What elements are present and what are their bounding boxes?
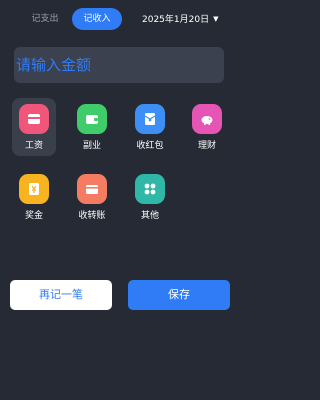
tab-income[interactable]: 记收入 (72, 8, 122, 30)
category-label: 奖金 (24, 211, 43, 221)
caret-down-icon: ▼ (213, 15, 219, 23)
category-side-job[interactable]: 副业 (70, 98, 114, 156)
category-other[interactable]: 其他 (128, 168, 172, 226)
piggy-bank-icon (192, 104, 222, 134)
category-label: 收红包 (136, 141, 164, 151)
category-label: 副业 (82, 141, 101, 151)
category-label: 收转账 (78, 211, 106, 221)
yuan-icon (19, 174, 49, 204)
category-red-packet[interactable]: 收红包 (128, 98, 172, 156)
date-label: 2025年1月20日 (142, 15, 210, 25)
record-again-button[interactable]: 再记一笔 (10, 280, 112, 310)
category-label: 工资 (24, 141, 43, 151)
tab-expense[interactable]: 记支出 (24, 8, 66, 30)
amount-input[interactable] (14, 47, 224, 83)
category-label: 理财 (197, 141, 216, 151)
category-salary[interactable]: 工资 (12, 98, 56, 156)
category-transfer[interactable]: 收转账 (70, 168, 114, 226)
date-picker[interactable]: 2025年1月20日 ▼ (142, 8, 218, 30)
transfer-card-icon (77, 174, 107, 204)
category-bonus[interactable]: 奖金 (12, 168, 56, 226)
wallet-icon (77, 104, 107, 134)
top-bar: 记支出 记收入 2025年1月20日 ▼ (0, 8, 240, 32)
save-button[interactable]: 保存 (128, 280, 230, 310)
card-icon (19, 104, 49, 134)
grid-icon (135, 174, 165, 204)
category-finance[interactable]: 理财 (185, 98, 229, 156)
category-label: 其他 (140, 211, 159, 221)
red-packet-icon (135, 104, 165, 134)
